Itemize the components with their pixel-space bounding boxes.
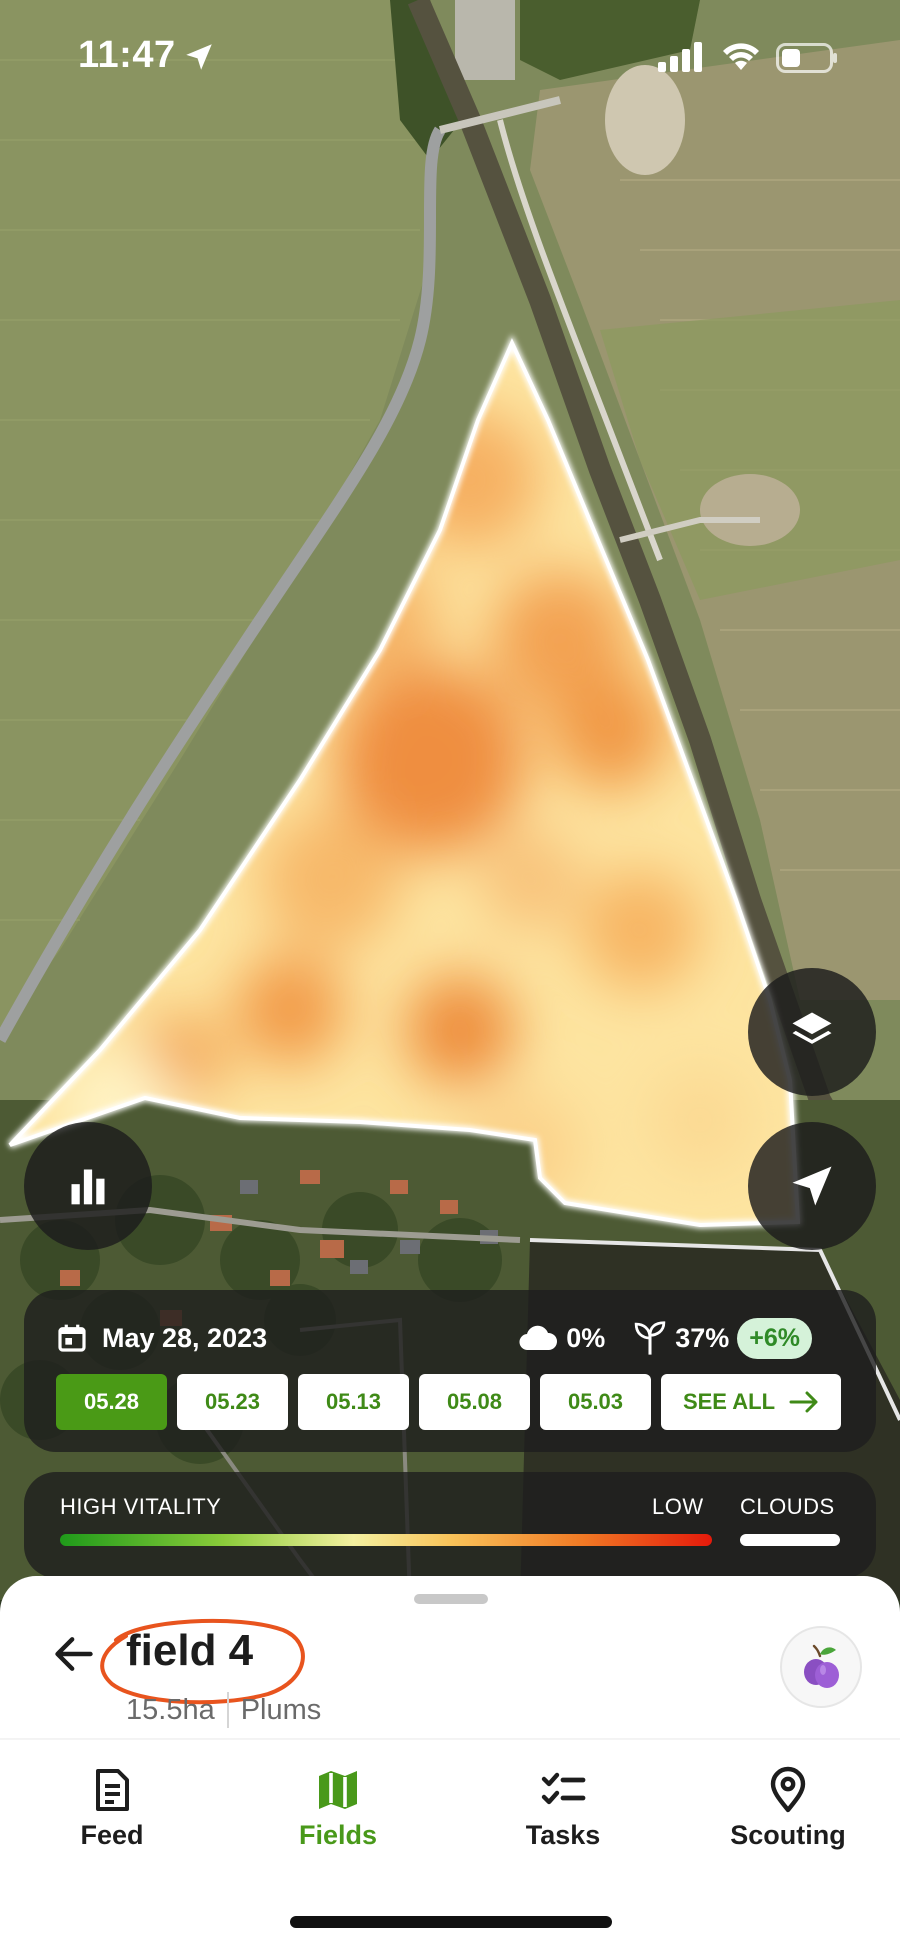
legend-high-label: HIGH VITALITY [60, 1494, 222, 1519]
sheet-drag-handle[interactable] [414, 1594, 488, 1604]
back-arrow-icon[interactable] [52, 1632, 96, 1676]
tab-tasks[interactable]: Tasks [463, 1766, 663, 1876]
my-location-button[interactable] [748, 1122, 876, 1250]
document-icon [96, 1769, 129, 1811]
tab-fields-label: Fields [298, 1820, 378, 1850]
bottom-tab-bar: Feed Fields Tasks Scouting [0, 1740, 900, 1949]
legend-clouds-label: CLOUDS [740, 1494, 835, 1519]
map-icon [319, 1771, 357, 1809]
date-chip-0508[interactable]: 05.08 [419, 1374, 530, 1430]
plum-icon [804, 1644, 839, 1688]
see-all-label: SEE ALL [682, 1389, 776, 1414]
tab-scouting[interactable]: Scouting [688, 1766, 888, 1876]
bar-chart-icon [71, 1169, 105, 1205]
imagery-date: May 28, 2023 [102, 1322, 268, 1353]
vegetation-change-badge: +6% [737, 1317, 812, 1359]
location-arrow-icon [792, 1166, 832, 1206]
date-chip-0523[interactable]: 05.23 [177, 1374, 288, 1430]
status-bar: 11:47 [0, 0, 900, 110]
tab-feed[interactable]: Feed [12, 1766, 212, 1876]
arrow-right-icon [789, 1391, 818, 1413]
battery-icon [776, 43, 837, 73]
imagery-date-panel: May 28, 2023 0% 37% +6% 05.28 05.23 05.1… [24, 1290, 876, 1452]
cellular-signal-icon [658, 42, 702, 72]
clouds-swatch [740, 1534, 840, 1546]
layers-icon [792, 1012, 832, 1044]
vegetation-value: 37% [675, 1322, 730, 1353]
vitality-gradient-bar [60, 1534, 712, 1546]
tab-scouting-label: Scouting [730, 1820, 846, 1850]
status-time: 11:47 [78, 34, 176, 76]
field-meta: 15.5ha Plums [126, 1692, 321, 1728]
checklist-icon [541, 1772, 586, 1805]
sprout-icon [634, 1321, 666, 1355]
cloud-cover-value: 0% [566, 1322, 606, 1353]
cloud-icon [519, 1325, 558, 1351]
date-chip-0528[interactable]: 05.28 [56, 1374, 167, 1430]
imagery-summary-row: May 28, 2023 0% 37% +6% [56, 1316, 844, 1360]
wifi-icon [723, 43, 759, 70]
location-services-icon [186, 44, 212, 70]
imagery-date-chips: 05.28 05.23 05.13 05.08 05.03 SEE ALL [56, 1374, 841, 1430]
date-chip-0513[interactable]: 05.13 [298, 1374, 409, 1430]
tab-tasks-label: Tasks [525, 1820, 601, 1850]
calendar-icon [58, 1324, 86, 1352]
home-indicator [290, 1916, 612, 1928]
analytics-button[interactable] [24, 1122, 152, 1250]
tab-feed-label: Feed [80, 1820, 144, 1850]
layers-button[interactable] [748, 968, 876, 1096]
vitality-legend: HIGH VITALITY LOW CLOUDS [24, 1472, 876, 1578]
imagery-stats: 0% 37% +6% [518, 1316, 812, 1360]
tab-fields[interactable]: Fields [238, 1766, 438, 1876]
field-crop: Plums [240, 1693, 322, 1726]
legend-low-label: LOW [652, 1494, 704, 1519]
date-chip-0503[interactable]: 05.03 [540, 1374, 651, 1430]
map-pin-icon [770, 1766, 806, 1813]
field-area: 15.5ha [126, 1693, 215, 1726]
meta-divider [226, 1692, 229, 1728]
crop-avatar[interactable] [780, 1626, 862, 1708]
see-all-dates-button[interactable]: SEE ALL [661, 1374, 841, 1430]
